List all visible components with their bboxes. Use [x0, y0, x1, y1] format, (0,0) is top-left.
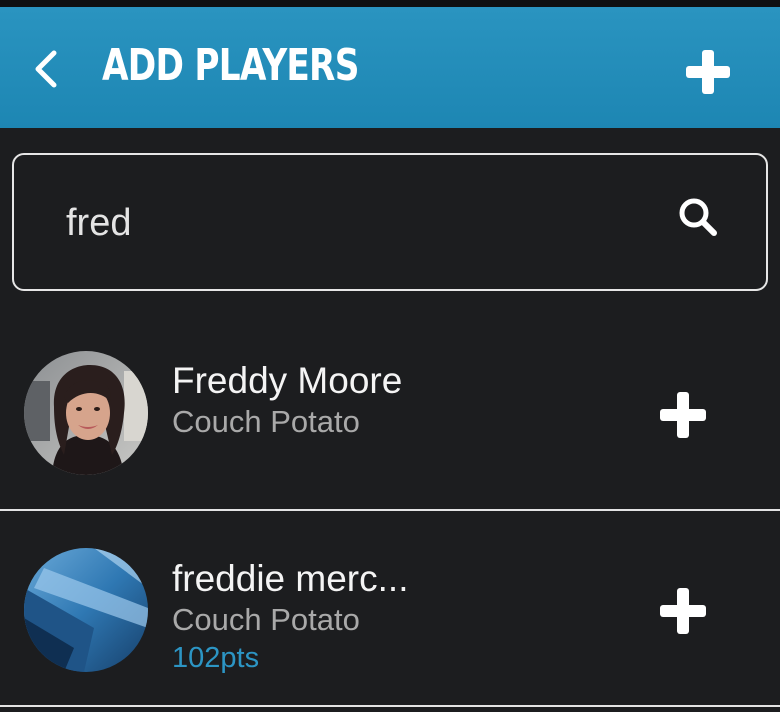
player-rank: Couch Potato	[172, 602, 360, 637]
search-icon	[679, 198, 717, 236]
player-points: 102pts	[172, 642, 260, 674]
avatar	[24, 351, 148, 475]
add-player-button[interactable]	[658, 586, 708, 636]
status-bar-edge	[0, 0, 780, 7]
back-button[interactable]	[26, 47, 66, 91]
person-photo	[24, 351, 148, 475]
page-title: ADD PLAYERS	[102, 40, 359, 91]
player-row[interactable]: freddie merc... Couch Potato 102pts	[0, 514, 780, 704]
search-button[interactable]	[674, 193, 722, 241]
player-row[interactable]: Freddy Moore Couch Potato	[0, 320, 780, 510]
add-player-button[interactable]	[658, 390, 708, 440]
row-divider	[0, 705, 780, 707]
plus-icon	[686, 50, 730, 94]
plus-icon	[660, 392, 706, 438]
plus-icon	[660, 588, 706, 634]
app-header: ADD PLAYERS	[0, 7, 780, 128]
player-name: Freddy Moore	[172, 360, 403, 401]
chevron-left-icon	[35, 50, 57, 88]
player-rank: Couch Potato	[172, 404, 360, 439]
player-name: freddie merc...	[172, 558, 409, 599]
row-divider	[0, 509, 780, 511]
avatar	[24, 548, 148, 672]
blue-abstract-photo	[24, 548, 148, 672]
search-box	[12, 153, 768, 291]
add-player-header-button[interactable]	[684, 48, 732, 96]
search-input[interactable]	[66, 195, 626, 251]
